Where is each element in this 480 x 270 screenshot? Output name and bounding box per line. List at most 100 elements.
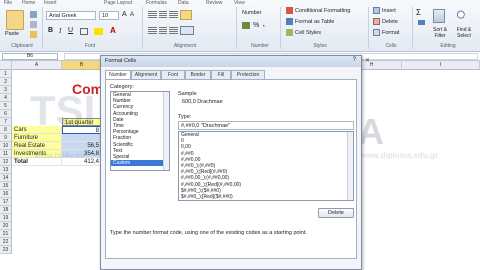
row-header[interactable]: 4: [0, 94, 12, 102]
name-box[interactable]: B6: [2, 53, 58, 60]
column-header-i[interactable]: I: [402, 61, 480, 70]
row-header[interactable]: 8: [0, 126, 12, 134]
row-header[interactable]: 18: [0, 206, 12, 214]
value-cell[interactable]: 56,5: [62, 142, 102, 150]
tab-insert[interactable]: Insert: [44, 0, 57, 6]
tab-protection[interactable]: Protection: [231, 70, 265, 79]
conditional-formatting-icon: [286, 7, 293, 15]
merge-center-icon[interactable]: [180, 26, 194, 35]
font-size-select[interactable]: 10: [99, 11, 119, 20]
paste-button-label[interactable]: Paste: [5, 31, 19, 37]
format-painter-icon[interactable]: [30, 31, 37, 38]
font-color-icon[interactable]: A: [110, 26, 116, 35]
insert-cells-button[interactable]: Insert: [373, 7, 396, 16]
group-divider: [42, 7, 43, 49]
row-header[interactable]: 15: [0, 182, 12, 190]
italic-icon[interactable]: I: [59, 27, 61, 35]
row-header[interactable]: 5: [0, 102, 12, 110]
row-header[interactable]: 9: [0, 134, 12, 142]
category-label: Category:: [110, 84, 134, 90]
row-header[interactable]: 23: [0, 246, 12, 254]
font-group-label: Font: [84, 43, 95, 49]
format-cells-icon: [373, 29, 380, 37]
wrap-text-icon[interactable]: [180, 10, 192, 20]
close-icon[interactable]: ✕: [365, 57, 370, 64]
tab-fill[interactable]: Fill: [211, 70, 231, 79]
fill-icon[interactable]: [418, 20, 425, 25]
font-name-select[interactable]: Arial Greek: [46, 11, 96, 20]
underline-icon[interactable]: U: [68, 27, 73, 34]
help-icon[interactable]: ?: [353, 57, 356, 63]
tab-data[interactable]: Data: [178, 0, 189, 6]
number-format-select[interactable]: Number: [240, 9, 278, 18]
vertical-align-icons[interactable]: [148, 11, 179, 19]
row-header[interactable]: 16: [0, 190, 12, 198]
tab-formulas[interactable]: Formulas: [146, 0, 167, 6]
delete-button[interactable]: Delete: [318, 208, 354, 218]
category-item[interactable]: Custom: [111, 160, 169, 167]
column-header-a[interactable]: A: [12, 61, 62, 70]
category-scrollbar[interactable]: [163, 92, 169, 170]
fill-color-icon[interactable]: [94, 28, 103, 35]
copy-icon[interactable]: [30, 21, 37, 28]
column-header-b[interactable]: B: [62, 61, 102, 70]
row-header[interactable]: 10: [0, 142, 12, 150]
row-header[interactable]: 6: [0, 110, 12, 118]
sort-filter-button[interactable]: Sort & Filter: [429, 27, 451, 39]
ribbon-tabs: File Home Insert Page Layout Formulas Da…: [0, 0, 480, 6]
type-list-scrollbar[interactable]: [347, 132, 353, 200]
paste-icon[interactable]: [6, 10, 24, 30]
row-header[interactable]: 11: [0, 150, 12, 158]
conditional-formatting-button[interactable]: Conditional Formatting: [286, 7, 350, 16]
percent-icon[interactable]: %: [253, 22, 259, 29]
type-format-item[interactable]: $#,##0_);[Red]($#,##0): [179, 194, 353, 200]
sample-value: 600,0 Drachmae: [182, 99, 223, 105]
currency-icon[interactable]: [242, 22, 250, 29]
delete-cells-button[interactable]: Delete: [373, 18, 398, 27]
tab-home[interactable]: Home: [22, 0, 35, 6]
sort-filter-icon[interactable]: [433, 9, 445, 23]
row-header[interactable]: 19: [0, 214, 12, 222]
borders-icon[interactable]: [80, 28, 88, 35]
bold-icon[interactable]: B: [48, 27, 53, 34]
type-input[interactable]: #,##0,0 "Drachmae": [178, 121, 354, 130]
row-header[interactable]: 14: [0, 174, 12, 182]
horizontal-align-icons[interactable]: [148, 27, 179, 35]
row-header[interactable]: 13: [0, 166, 12, 174]
autosum-icon[interactable]: Σ: [416, 8, 421, 17]
tab-view[interactable]: View: [234, 0, 245, 6]
value-cell[interactable]: [62, 134, 102, 142]
row-header[interactable]: 21: [0, 230, 12, 238]
tab-border[interactable]: Border: [185, 70, 211, 79]
dialog-title[interactable]: Format Cells: [101, 56, 361, 67]
category-list[interactable]: General Number Currency Accounting Date Time P…: [110, 91, 170, 171]
find-select-icon[interactable]: [456, 9, 468, 23]
row-label-cell[interactable]: Real Estate: [12, 142, 62, 150]
comma-style-icon[interactable]: ,: [263, 22, 265, 28]
row-header[interactable]: 17: [0, 198, 12, 206]
tab-alignment[interactable]: Alignment: [131, 70, 161, 79]
row-header[interactable]: 22: [0, 238, 12, 246]
row-header[interactable]: 1: [0, 70, 12, 78]
tab-file[interactable]: File: [4, 0, 12, 6]
find-select-button[interactable]: Find & Select: [452, 27, 476, 39]
shrink-font-icon[interactable]: A: [130, 12, 134, 18]
group-divider: [236, 7, 237, 49]
row-header[interactable]: 7: [0, 118, 12, 126]
row-label-cell[interactable]: Furniture: [12, 134, 62, 142]
grow-font-icon[interactable]: A: [122, 11, 127, 18]
type-format-list[interactable]: General 0 0,00 #,##0 #,##0,00 #,##0_);(#,##0)…: [178, 131, 354, 201]
tab-font[interactable]: Font: [161, 70, 185, 79]
tab-page-layout[interactable]: Page Layout: [104, 0, 132, 6]
row-header[interactable]: 20: [0, 222, 12, 230]
format-as-table-button[interactable]: Format as Table: [286, 18, 334, 27]
row-header[interactable]: 12: [0, 158, 12, 166]
tab-review[interactable]: Review: [206, 0, 222, 6]
cut-icon[interactable]: [30, 11, 37, 18]
format-cells-button[interactable]: Format: [373, 29, 399, 38]
row-header[interactable]: 3: [0, 86, 12, 94]
row-header[interactable]: 2: [0, 78, 12, 86]
select-all-corner[interactable]: [0, 61, 12, 70]
cell-styles-button[interactable]: Cell Styles: [286, 29, 321, 38]
cell-styles-icon: [286, 29, 293, 37]
